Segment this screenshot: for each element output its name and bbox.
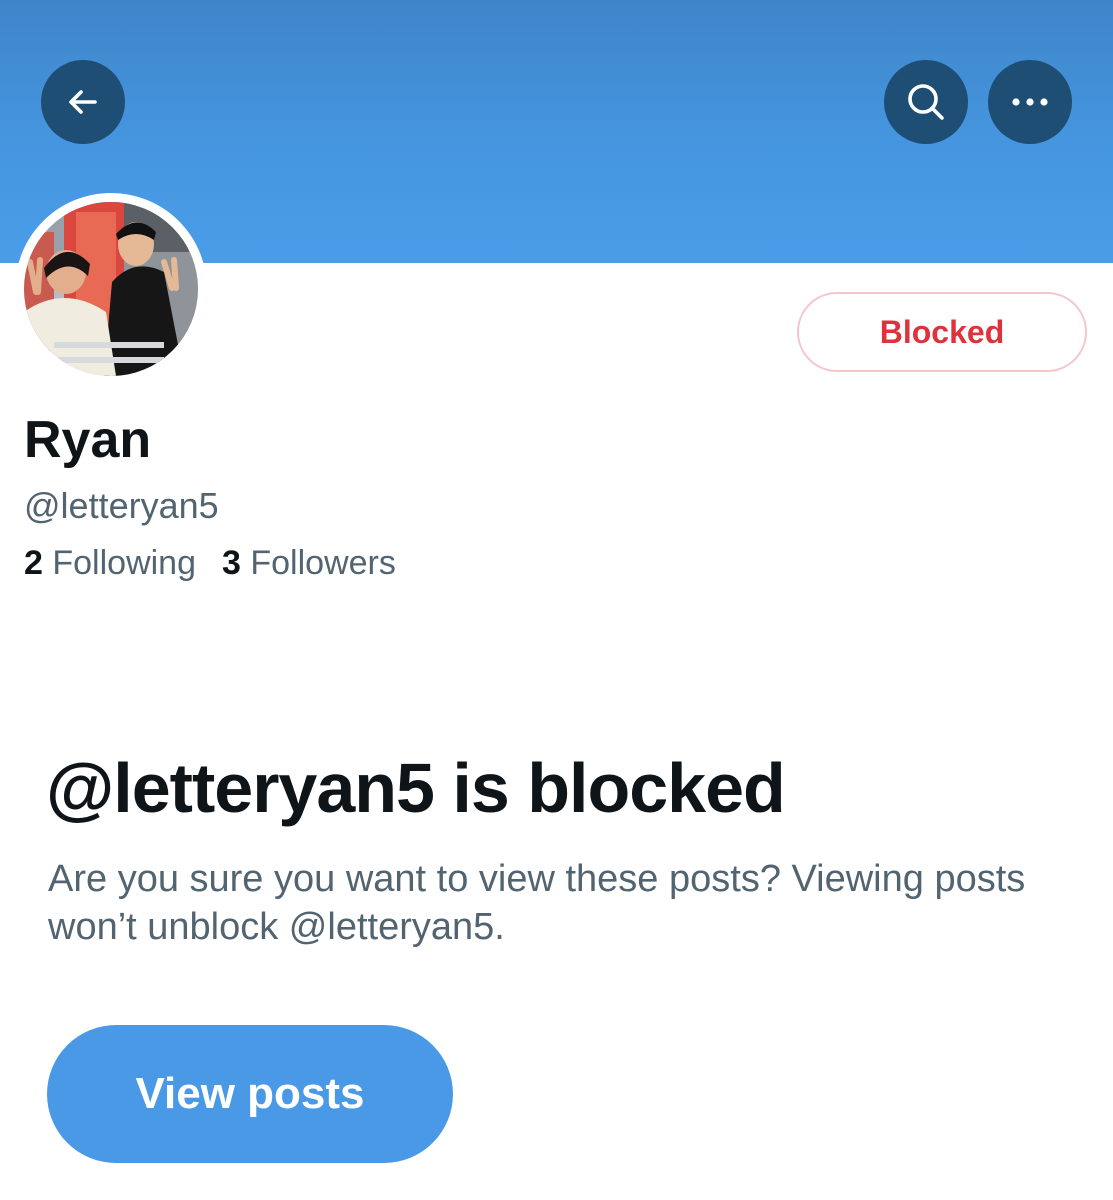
more-button[interactable] [988, 60, 1072, 144]
followers-label: Followers [250, 544, 396, 582]
view-posts-label: View posts [135, 1069, 365, 1118]
arrow-left-icon [65, 84, 101, 120]
back-button[interactable] [41, 60, 125, 144]
blocked-title: @letteryan5 is blocked [46, 749, 786, 827]
following-label: Following [52, 544, 196, 582]
follow-stats: 2 Following 3 Followers [24, 541, 396, 585]
profile-page: Blocked Ryan @letteryan5 2 Following 3 Fo… [0, 0, 1113, 1200]
user-handle: @letteryan5 [24, 485, 219, 526]
avatar[interactable] [24, 202, 198, 376]
blocked-button-label: Blocked [879, 313, 1005, 350]
search-icon [904, 80, 948, 124]
display-name: Ryan [24, 411, 152, 469]
blocked-button[interactable]: Blocked [797, 292, 1087, 372]
followers-link[interactable]: 3 Followers [222, 544, 396, 582]
followers-count: 3 [222, 544, 241, 582]
following-count: 2 [24, 544, 43, 582]
following-link[interactable]: 2 Following [24, 544, 196, 582]
blocked-description: Are you sure you want to view these post… [48, 858, 1026, 948]
more-horizontal-icon [1010, 96, 1050, 108]
search-button[interactable] [884, 60, 968, 144]
view-posts-button[interactable]: View posts [47, 1025, 453, 1163]
profile-photo [24, 202, 198, 376]
